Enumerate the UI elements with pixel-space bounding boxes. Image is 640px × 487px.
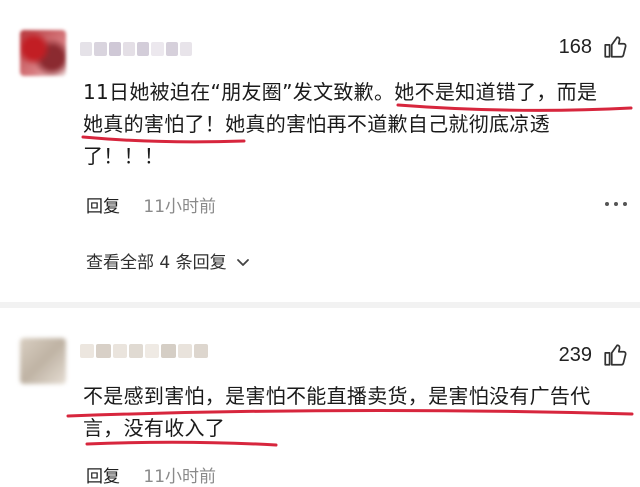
thumbs-up-icon[interactable]: [602, 34, 628, 60]
timestamp: 11小时前: [143, 197, 217, 217]
highlight-underline: [85, 440, 278, 447]
reply-button[interactable]: 回复: [86, 197, 120, 217]
comment-text: 11日她被迫在“朋友圈”发文致歉。她不是知道错了，而是 她真的害怕了！她真的害怕…: [83, 76, 635, 172]
chevron-down-icon: [237, 259, 249, 266]
highlight-underline: [81, 135, 246, 144]
highlight-underline: [396, 103, 633, 112]
username-blurred[interactable]: [80, 342, 208, 360]
view-replies-label: 查看全部 4 条回复: [86, 253, 227, 273]
username-blurred[interactable]: [80, 40, 192, 58]
highlight-underline: [66, 408, 634, 418]
comment-meta: 回复 11小时前: [86, 192, 216, 217]
avatar[interactable]: [20, 338, 66, 384]
thumbs-up-icon[interactable]: [602, 342, 628, 368]
ellipsis-icon[interactable]: [604, 200, 628, 208]
reply-button[interactable]: 回复: [86, 467, 120, 487]
avatar[interactable]: [20, 30, 66, 76]
like-count: 168: [558, 36, 592, 58]
like-count: 239: [558, 344, 592, 366]
view-all-replies-link[interactable]: 查看全部 4 条回复: [86, 248, 250, 273]
timestamp: 11小时前: [143, 467, 217, 487]
comment-item-2: 239 不是感到害怕，是害怕不能直播卖货，是害怕没有广告代 言，没有收入了 回复…: [0, 308, 640, 487]
comment-item-1: 168 11日她被迫在“朋友圈”发文致歉。她不是知道错了，而是 她真的害怕了！她…: [0, 0, 640, 300]
comment-meta: 回复 11小时前: [86, 462, 216, 487]
